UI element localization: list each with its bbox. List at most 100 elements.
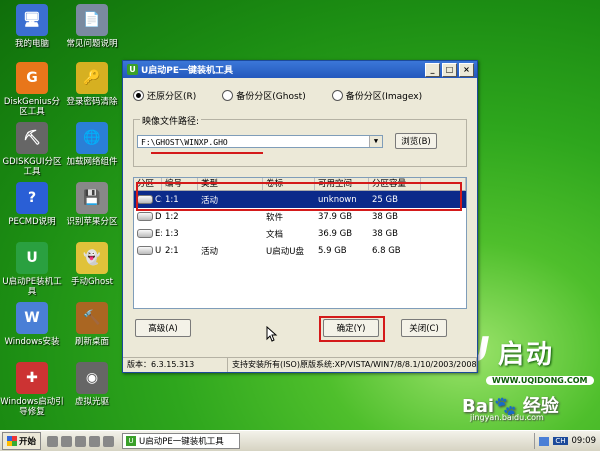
desktop-icon-label: 手动Ghost [71, 277, 113, 287]
start-label: 开始 [19, 437, 37, 447]
quick-launch-icon[interactable] [47, 435, 59, 447]
desktop-icon[interactable]: 🔑 登录密码清除 [60, 62, 124, 107]
desktop-icon-label: U启动PE装机工具 [2, 277, 62, 297]
desktop-icon-image: G [16, 62, 48, 94]
desktop-icon-image: 🖥 [16, 4, 48, 36]
table-cell-free: 5.9 GB [318, 245, 347, 256]
desktop-icon[interactable]: ◉ 虚拟光驱 [60, 362, 124, 407]
radio-restore[interactable]: 还原分区(R) [133, 89, 196, 102]
table-cell-part: E: [134, 228, 162, 239]
chevron-down-icon[interactable]: ▼ [369, 136, 382, 147]
desktop-icon-label: 登录密码清除 [66, 97, 118, 107]
desktop-icon-label: 虚拟光驱 [74, 397, 109, 407]
desktop-icon[interactable]: W Windows安装 [0, 302, 64, 347]
window-titlebar[interactable]: U U启动PE一键装机工具 _ □ × [123, 61, 477, 78]
desktop-icon-image: 👻 [76, 242, 108, 274]
desktop-icon-image: ⛏ [16, 122, 48, 154]
system-tray: CH 09:09 [534, 433, 600, 449]
desktop-icon-image: ? [16, 182, 48, 214]
desktop-icon[interactable]: ✚ Windows启动引导修复 [0, 362, 64, 417]
desktop-icon[interactable]: ? PECMD说明 [0, 182, 64, 227]
ok-button-highlight-box [319, 316, 385, 342]
image-path-value: F:\GHOST\WINXP.GHO [141, 138, 228, 147]
desktop-icon[interactable]: 📄 常见问题说明 [60, 4, 124, 49]
table-cell-label: U启动U盘 [266, 246, 304, 257]
table-cell-size: 38 GB [372, 228, 398, 239]
image-path-combobox[interactable]: F:\GHOST\WINXP.GHO ▼ [137, 135, 383, 148]
radio-backup-imagex[interactable]: 备份分区(Imagex) [331, 89, 423, 102]
hard-disk-icon [137, 228, 153, 238]
table-cell-size: 38 GB [372, 211, 398, 222]
app-logo-icon: U [127, 64, 138, 75]
app-logo-icon: U [126, 436, 137, 446]
version-text: 版本：6.3.15.313 [123, 358, 228, 372]
window-title: U启动PE一键装机工具 [141, 66, 234, 76]
start-button[interactable]: 开始 [2, 432, 42, 450]
quick-launch-icon[interactable] [61, 435, 73, 447]
desktop-icon-image: 🌐 [76, 122, 108, 154]
desktop-icon-label: 识别苹果分区 [66, 217, 118, 227]
table-cell-free: 36.9 GB [318, 228, 353, 239]
desktop-icon-label: PECMD说明 [8, 217, 56, 227]
advanced-button[interactable]: 高级(A) [135, 319, 191, 337]
support-text: 支持安装所有(ISO)原版系统:XP/VISTA/WIN7/8/8.1/10/2… [228, 358, 477, 372]
desktop-icon[interactable]: 💾 识别苹果分区 [60, 182, 124, 227]
minimize-button[interactable]: _ [425, 62, 440, 77]
quick-launch-icon[interactable] [89, 435, 101, 447]
table-cell-label: 软件 [266, 212, 284, 223]
baidu-watermark-url: jingyan.baidu.com [470, 413, 544, 422]
desktop-icon-label: DiskGenius分区工具 [3, 97, 61, 117]
taskbar-item-label: U启动PE一键装机工具 [139, 437, 224, 447]
hard-disk-icon [137, 211, 153, 221]
taskbar: 开始 U U启动PE一键装机工具 CH 09:09 [0, 430, 600, 451]
radio-label: 备份分区(Imagex) [345, 92, 423, 102]
language-indicator[interactable]: CH [553, 437, 568, 445]
radio-label: 还原分区(R) [147, 92, 197, 102]
close-button[interactable]: 关闭(C) [401, 319, 447, 337]
partition-letter: U: [155, 245, 162, 256]
desktop-icon[interactable]: U U启动PE装机工具 [0, 242, 64, 297]
desktop-icon-image: 💾 [76, 182, 108, 214]
network-icon[interactable] [539, 436, 550, 446]
desktop-icon-image: ◉ [76, 362, 108, 394]
radio-dot-icon [222, 90, 234, 101]
desktop-icon[interactable]: 🖥 我的电脑 [0, 4, 64, 49]
desktop-icon[interactable]: G DiskGenius分区工具 [0, 62, 64, 117]
maximize-button[interactable]: □ [442, 62, 457, 77]
taskbar-item-pe-installer[interactable]: U U启动PE一键装机工具 [122, 433, 241, 449]
desktop-icon-label: 我的电脑 [14, 39, 49, 49]
mouse-cursor-icon [266, 326, 278, 342]
quick-launch [47, 435, 115, 447]
table-cell-part: D: [134, 211, 162, 222]
windows-flag-icon [7, 436, 17, 446]
table-cell-num: 2:1 [165, 245, 179, 256]
table-cell-free: 37.9 GB [318, 211, 353, 222]
table-cell-num: 1:2 [165, 211, 179, 222]
desktop-icon-image: 🔨 [76, 302, 108, 334]
browse-button[interactable]: 浏览(B) [395, 133, 437, 149]
desktop-icon[interactable]: ⛏ GDISKGUI分区工具 [0, 122, 64, 177]
table-cell-size: 6.8 GB [372, 245, 401, 256]
clock: 09:09 [571, 436, 597, 446]
table-cell-type: 活动 [201, 246, 219, 257]
desktop-icon-label: GDISKGUI分区工具 [2, 157, 62, 177]
table-row[interactable]: U:2:1 活动 U启动U盘 5.9 GB 6.8 GB [134, 242, 466, 259]
desktop-icon-label: 加载网络组件 [66, 157, 118, 167]
brand-name: 启动 [498, 340, 555, 370]
path-highlight-underline [151, 152, 263, 154]
desktop-icon[interactable]: 🔨 刷新桌面 [60, 302, 124, 347]
partition-letter: E: [155, 228, 162, 239]
desktop-icon-image: 🔑 [76, 62, 108, 94]
image-path-label: 映像文件路径: [140, 114, 202, 127]
desktop-icon-image: ✚ [16, 362, 48, 394]
table-cell-num: 1:3 [165, 228, 179, 239]
table-row[interactable]: E:1:3 文档 36.9 GB 38 GB [134, 225, 466, 242]
desktop-icon-label: 刷新桌面 [74, 337, 109, 347]
close-window-button[interactable]: × [459, 62, 474, 77]
desktop-icon[interactable]: 👻 手动Ghost [60, 242, 124, 287]
desktop-icon-label: 常见问题说明 [66, 39, 118, 49]
quick-launch-icon[interactable] [75, 435, 87, 447]
desktop-icon[interactable]: 🌐 加载网络组件 [60, 122, 124, 167]
radio-backup-ghost[interactable]: 备份分区(Ghost) [222, 89, 306, 102]
quick-launch-icon[interactable] [103, 435, 115, 447]
